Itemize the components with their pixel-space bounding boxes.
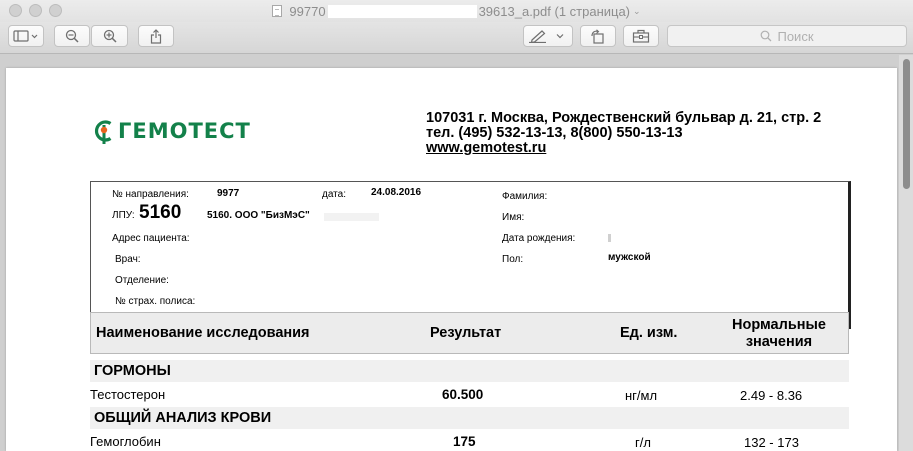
surname-label: Фамилия: [502, 191, 548, 202]
window-title[interactable]: 99770 39613_a.pdf (1 страница) ⌄ [272, 0, 641, 22]
results-table-header: Наименование исследования Результат Ед. … [90, 312, 849, 354]
toolbox-button[interactable] [623, 25, 659, 47]
share-button[interactable] [138, 25, 174, 47]
test-unit: нг/мл [625, 388, 658, 403]
insurance-label: № страх. полиса: [115, 296, 196, 307]
section-header: ГОРМОНЫ [90, 360, 849, 382]
website-link[interactable]: www.gemotest.ru [426, 140, 546, 156]
date-value: 24.08.2016 [371, 187, 422, 198]
date-label: дата: [322, 189, 346, 200]
window-title-prefix: 99770 [289, 3, 326, 19]
section-title: ГОРМОНЫ [94, 363, 171, 379]
pdf-document-icon [272, 5, 283, 17]
markup-button[interactable] [523, 25, 573, 47]
lpu-number: 5160 [139, 202, 182, 223]
patient-info-box: № направления: 9977 дата: 24.08.2016 Фам… [90, 181, 851, 329]
address-line-2: тел. (495) 532-13-13, 8(800) 550-13-13 [426, 125, 683, 141]
test-norm: 2.49 - 8.36 [740, 388, 803, 403]
address-line-1: 107031 г. Москва, Рождественский бульвар… [426, 110, 822, 126]
share-icon [150, 28, 162, 44]
section-header: ОБЩИЙ АНАЛИЗ КРОВИ [90, 407, 849, 429]
lpu-label: ЛПУ: [112, 210, 135, 221]
zoom-in-button[interactable] [91, 25, 128, 47]
name-label: Имя: [502, 212, 525, 223]
pen-markup-icon [529, 30, 564, 43]
test-result: 175 [453, 434, 476, 449]
gemotest-logo: ГЕМОТЕСТ [90, 117, 251, 145]
search-placeholder: Поиск [777, 28, 814, 44]
column-header-unit: Ед. изм. [620, 325, 678, 341]
toolbox-icon [632, 29, 650, 43]
column-header-norm-line-1: Нормальные [732, 317, 826, 333]
chevron-down-icon: ⌄ [633, 5, 641, 16]
section-title: ОБЩИЙ АНАЛИЗ КРОВИ [94, 410, 272, 426]
column-header-norm: Нормальные значения [719, 317, 839, 351]
referral-label: № направления: [112, 189, 189, 200]
column-header-norm-line-2: значения [745, 334, 813, 350]
redacted-lpu-tail [324, 213, 379, 221]
zoom-out-button[interactable] [54, 25, 90, 47]
window-title-suffix: 39613_a.pdf (1 страница) [478, 3, 631, 19]
doctor-label: Врач: [115, 254, 141, 265]
logo-text: ГЕМОТЕСТ [118, 119, 251, 143]
title-bar: 99770 39613_a.pdf (1 страница) ⌄ [0, 0, 913, 22]
column-header-name: Наименование исследования [96, 325, 310, 341]
zoom-in-icon [103, 29, 117, 43]
redacted-birth-date [608, 234, 611, 242]
test-result: 60.500 [442, 387, 484, 402]
lpu-name: 5160. ООО "БизМэС" [207, 210, 310, 221]
window-title-area: 99770 39613_a.pdf (1 страница) ⌄ [0, 0, 913, 22]
sidebar-toggle-button[interactable] [8, 25, 44, 47]
sex-label: Пол: [502, 254, 524, 265]
zoom-out-icon [65, 29, 79, 43]
referral-value: 9977 [217, 188, 240, 199]
department-label: Отделение: [115, 275, 169, 286]
birth-date-label: Дата рождения: [502, 233, 576, 244]
test-name: Тестостерон [90, 387, 166, 402]
test-unit: г/л [635, 435, 651, 450]
test-norm: 132 - 173 [744, 435, 799, 450]
sidebar-icon [13, 30, 38, 42]
column-header-result: Результат [430, 325, 502, 341]
redacted-filename-block [327, 4, 477, 18]
rotate-button[interactable] [580, 25, 616, 47]
sex-value: мужской [608, 252, 651, 263]
pdf-page: ГЕМОТЕСТ 107031 г. Москва, Рождественски… [6, 68, 897, 451]
gemotest-logo-icon [94, 120, 112, 144]
patient-address-label: Адрес пациента: [112, 233, 190, 244]
toolbar: Поиск [0, 22, 913, 54]
document-viewer[interactable]: ГЕМОТЕСТ 107031 г. Москва, Рождественски… [0, 55, 913, 451]
search-icon [761, 30, 772, 42]
lab-address: 107031 г. Москва, Рождественский бульвар… [426, 111, 821, 156]
rotate-icon [591, 28, 604, 44]
search-field[interactable]: Поиск [667, 25, 907, 47]
test-name: Гемоглобин [90, 434, 161, 449]
scrollbar-thumb[interactable] [903, 59, 910, 189]
